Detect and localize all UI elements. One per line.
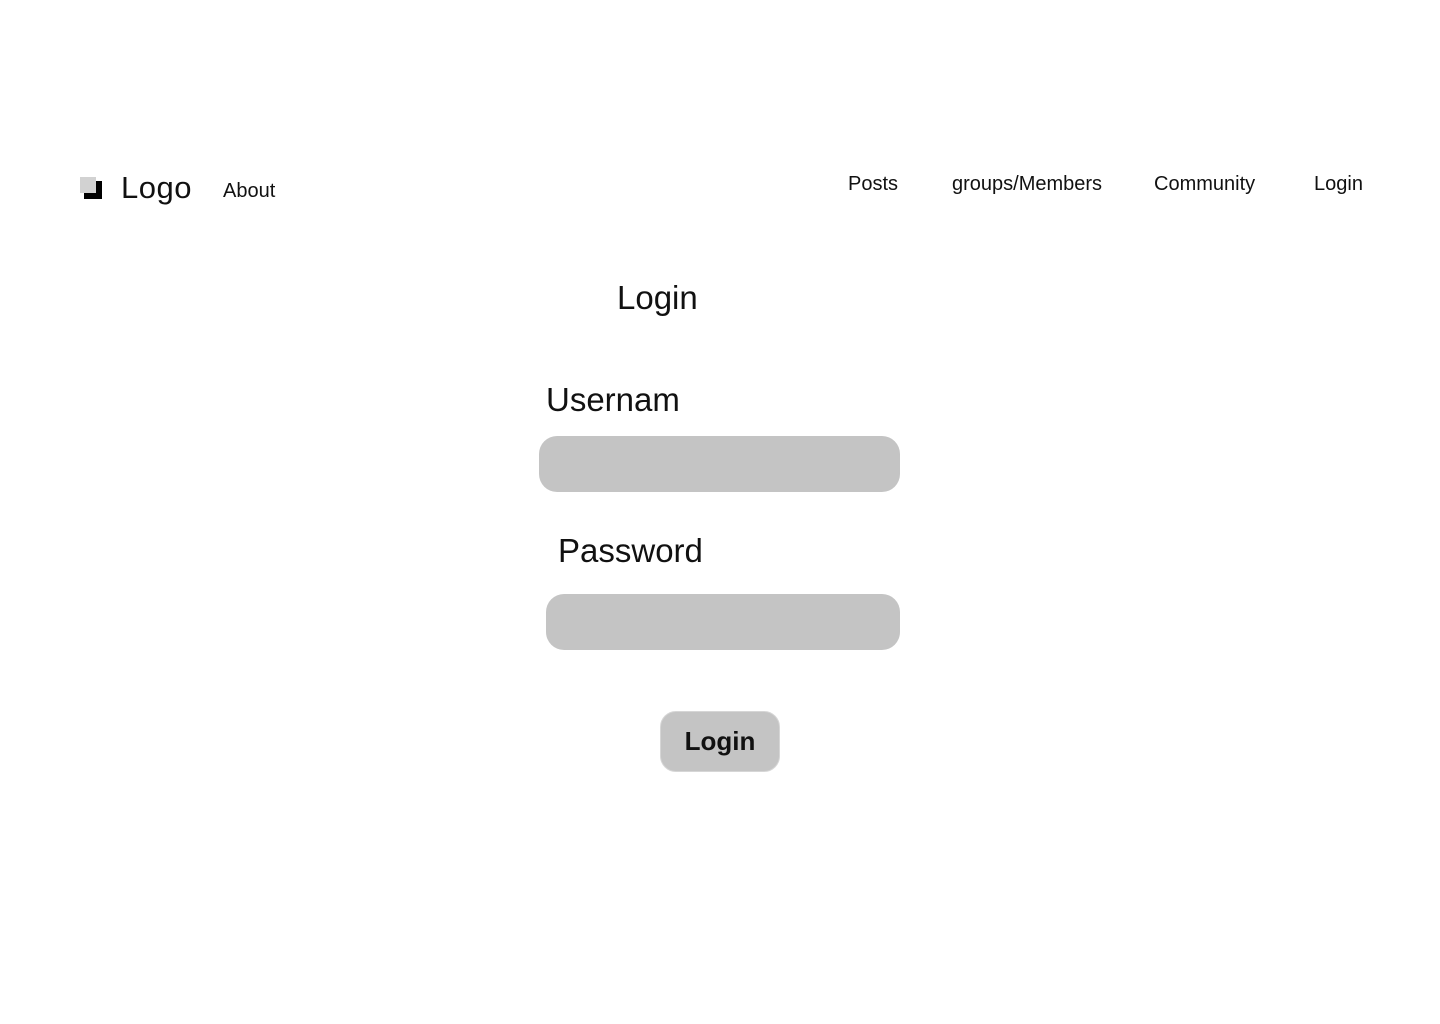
login-button[interactable]: Login xyxy=(660,711,780,772)
logo[interactable]: Logo xyxy=(80,168,192,208)
logo-text: Logo xyxy=(121,170,192,205)
nav-login-link[interactable]: Login xyxy=(1314,172,1363,196)
nav-posts-link[interactable]: Posts xyxy=(848,172,898,196)
nav-about-link[interactable]: About xyxy=(223,179,275,203)
password-label: Password xyxy=(558,532,703,569)
page-title: Login xyxy=(617,279,698,316)
username-label: Usernam xyxy=(546,381,680,418)
password-input[interactable] xyxy=(546,594,900,650)
username-input[interactable] xyxy=(539,436,900,492)
nav-groups-members-link[interactable]: groups/Members xyxy=(952,172,1102,196)
logo-mark-icon xyxy=(80,177,102,199)
nav-community-link[interactable]: Community xyxy=(1154,172,1255,196)
